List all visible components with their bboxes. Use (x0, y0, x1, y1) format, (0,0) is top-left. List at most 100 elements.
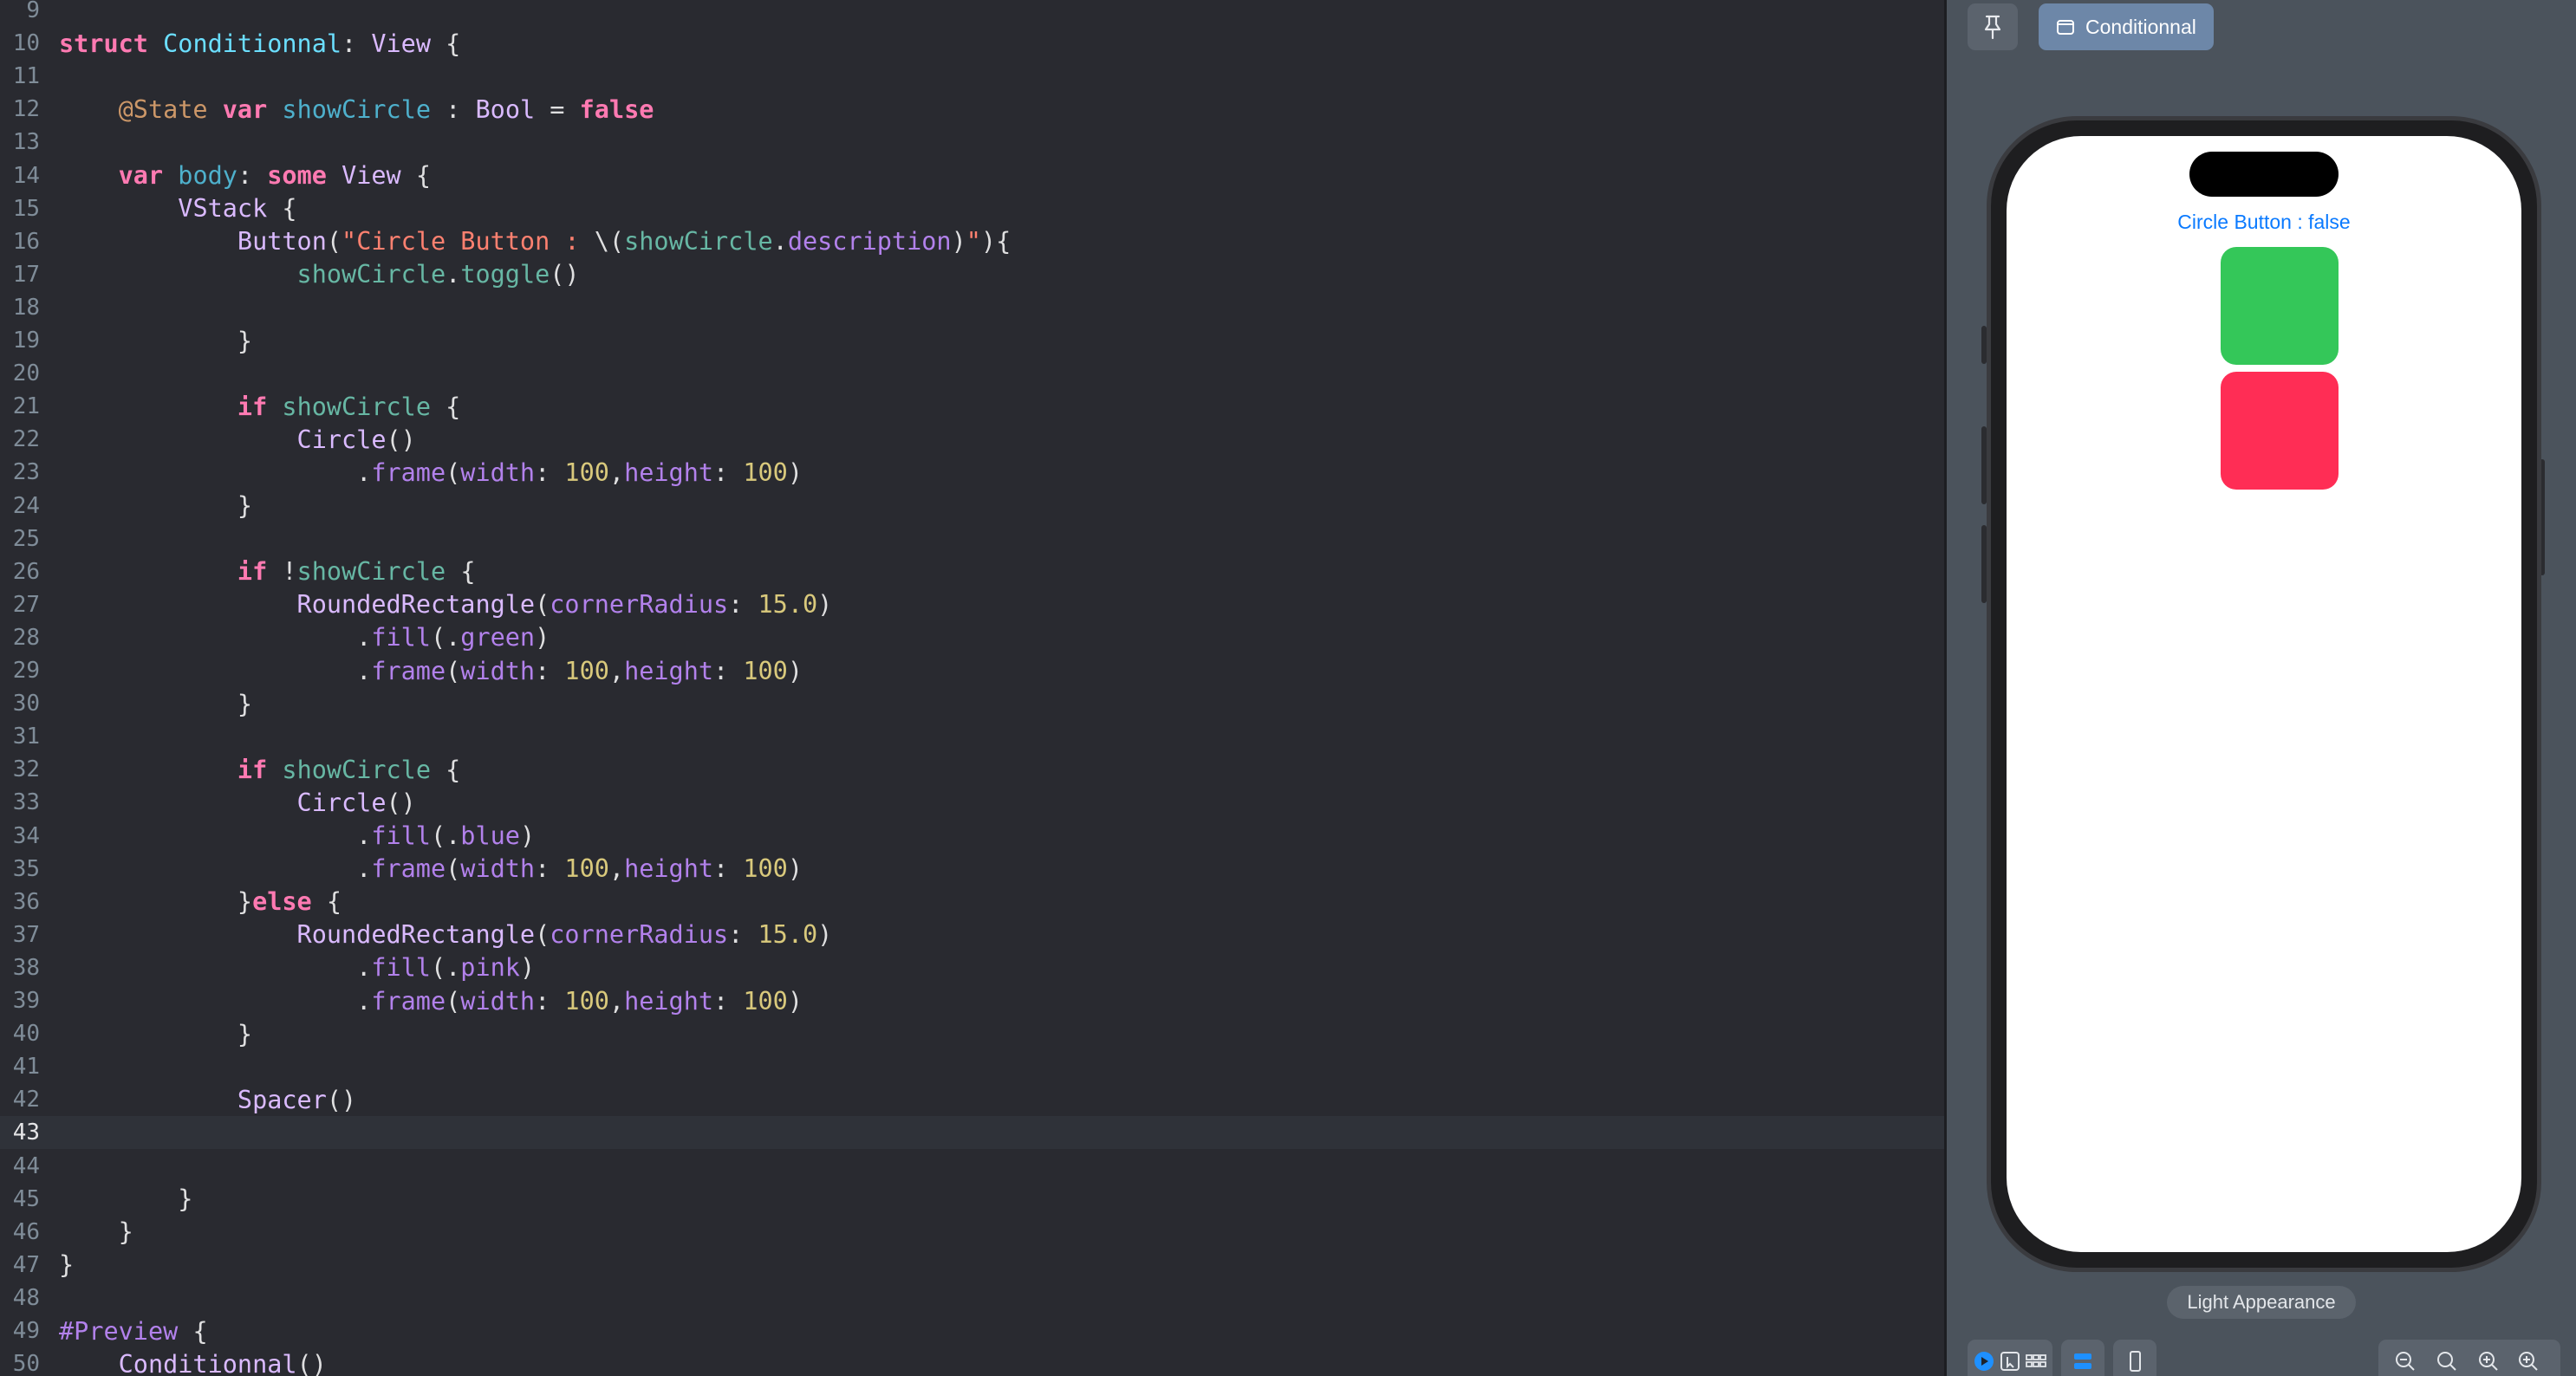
code-text: } (59, 690, 252, 718)
code-line[interactable]: 22 Circle() (0, 423, 1944, 456)
line-number: 33 (12, 789, 40, 816)
pin-preview-button[interactable] (1968, 3, 2018, 50)
code-line[interactable]: 20 (0, 357, 1944, 390)
variants-icon[interactable] (2025, 1350, 2047, 1373)
code-token: { (431, 755, 461, 784)
code-line[interactable]: 36 }else { (0, 886, 1944, 918)
code-text: Circle() (59, 789, 416, 817)
code-line[interactable]: 9 (0, 0, 1944, 27)
code-token: { (431, 392, 461, 421)
code-line[interactable]: 26 if !showCircle { (0, 555, 1944, 588)
zoom-100-icon[interactable] (2477, 1350, 2500, 1373)
code-token: View (342, 161, 401, 190)
code-line[interactable]: 35 .frame(width: 100,height: 100) (0, 853, 1944, 886)
code-token: { (446, 557, 476, 587)
code-line[interactable]: 10 struct Conditionnal: View { (0, 27, 1944, 60)
zoom-fit-icon[interactable] (2436, 1350, 2458, 1373)
device-icon[interactable] (2124, 1350, 2146, 1373)
code-token: . (59, 854, 372, 884)
code-line[interactable]: 19 } (0, 324, 1944, 357)
code-line[interactable]: 44 (0, 1150, 1944, 1183)
code-token: ( (535, 920, 550, 950)
code-line[interactable]: 18 (0, 291, 1944, 324)
live-mode-icon[interactable] (1973, 1350, 1995, 1373)
preview-tab-conditionnal[interactable]: Conditionnal (2039, 3, 2214, 50)
code-line[interactable]: 41 (0, 1050, 1944, 1083)
code-line[interactable]: 42 Spacer() (0, 1083, 1944, 1116)
code-text: @State var showCircle : Bool = false (59, 95, 654, 124)
code-line[interactable]: 45 } (0, 1183, 1944, 1216)
code-token: some (267, 161, 327, 190)
code-line[interactable]: 37 RoundedRectangle(cornerRadius: 15.0) (0, 918, 1944, 951)
code-text: struct Conditionnal: View { (59, 29, 460, 58)
circle-button[interactable]: Circle Button : false (2007, 211, 2521, 234)
code-token: 100 (743, 986, 788, 1016)
code-line[interactable]: 34 .fill(.blue) (0, 820, 1944, 853)
code-line[interactable]: 23 .frame(width: 100,height: 100) (0, 456, 1944, 489)
code-line[interactable]: 40 } (0, 1017, 1944, 1050)
code-line[interactable]: 47} (0, 1249, 1944, 1282)
code-token: RoundedRectangle (296, 590, 536, 620)
code-token: : (535, 656, 565, 685)
code-token: fill (371, 953, 431, 983)
code-line[interactable]: 12 @State var showCircle : Bool = false (0, 93, 1944, 126)
code-line[interactable]: 33 Circle() (0, 786, 1944, 819)
code-line[interactable]: 30 } (0, 687, 1944, 720)
code-line[interactable]: 28 .fill(.green) (0, 621, 1944, 654)
code-token: 100 (564, 854, 609, 884)
code-line[interactable]: 16 Button("Circle Button : \(showCircle.… (0, 225, 1944, 258)
code-token: ( (326, 227, 342, 256)
code-token: 100 (743, 656, 788, 685)
code-line[interactable]: 25 (0, 522, 1944, 555)
code-line[interactable]: 43 (0, 1116, 1944, 1150)
code-token: { (178, 1316, 208, 1346)
code-line[interactable]: 14 var body: some View { (0, 159, 1944, 192)
code-token: : (535, 458, 565, 487)
code-line[interactable]: 27 RoundedRectangle(cornerRadius: 15.0) (0, 588, 1944, 621)
line-number: 45 (12, 1185, 40, 1212)
code-line[interactable]: 48 (0, 1282, 1944, 1314)
zoom-out-icon[interactable] (2394, 1350, 2417, 1373)
code-token: frame (371, 986, 446, 1016)
code-token: 100 (564, 656, 609, 685)
code-line[interactable]: 21 if showCircle { (0, 390, 1944, 423)
code-line[interactable]: 49 #Preview { (0, 1314, 1944, 1347)
code-line[interactable]: 11 (0, 60, 1944, 93)
code-token: description (787, 227, 952, 256)
line-number: 43 (12, 1120, 40, 1146)
pink-rounded-rectangle (2221, 372, 2339, 490)
selectable-mode-icon[interactable] (1999, 1350, 2021, 1373)
code-text: }else { (59, 887, 342, 916)
code-editor[interactable]: 9 10 struct Conditionnal: View {11 12 @Stat… (0, 0, 1944, 1376)
code-token: View (371, 29, 431, 58)
code-line[interactable]: 13 (0, 126, 1944, 159)
code-token: width (460, 854, 536, 884)
code-text: .frame(width: 100,height: 100) (59, 458, 803, 487)
code-token: toggle (460, 260, 550, 289)
code-line[interactable]: 24 } (0, 490, 1944, 522)
code-line[interactable]: 50 Conditionnal() (0, 1347, 1944, 1376)
code-line[interactable]: 32 if showCircle { (0, 753, 1944, 786)
code-line[interactable]: 17 showCircle.toggle() (0, 258, 1944, 291)
code-token: height (624, 656, 714, 685)
code-line[interactable]: 39 .frame(width: 100,height: 100) (0, 984, 1944, 1017)
code-token: blue (460, 821, 520, 850)
code-line[interactable]: 31 (0, 720, 1944, 753)
code-token: Circle (296, 788, 387, 817)
zoom-in-icon[interactable] (2517, 1350, 2540, 1373)
canvas-mode-bar (1968, 1340, 2280, 1376)
code-token: . (59, 623, 372, 652)
code-line[interactable]: 38 .fill(.pink) (0, 951, 1944, 984)
line-number: 22 (12, 426, 40, 453)
canvas-settings-icon[interactable] (2072, 1350, 2094, 1373)
code-line[interactable]: 29 .frame(width: 100,height: 100) (0, 654, 1944, 687)
appearance-badge[interactable]: Light Appearance (2167, 1286, 2356, 1319)
code-line[interactable]: 15 VStack { (0, 192, 1944, 225)
code-line[interactable]: 46 } (0, 1216, 1944, 1249)
